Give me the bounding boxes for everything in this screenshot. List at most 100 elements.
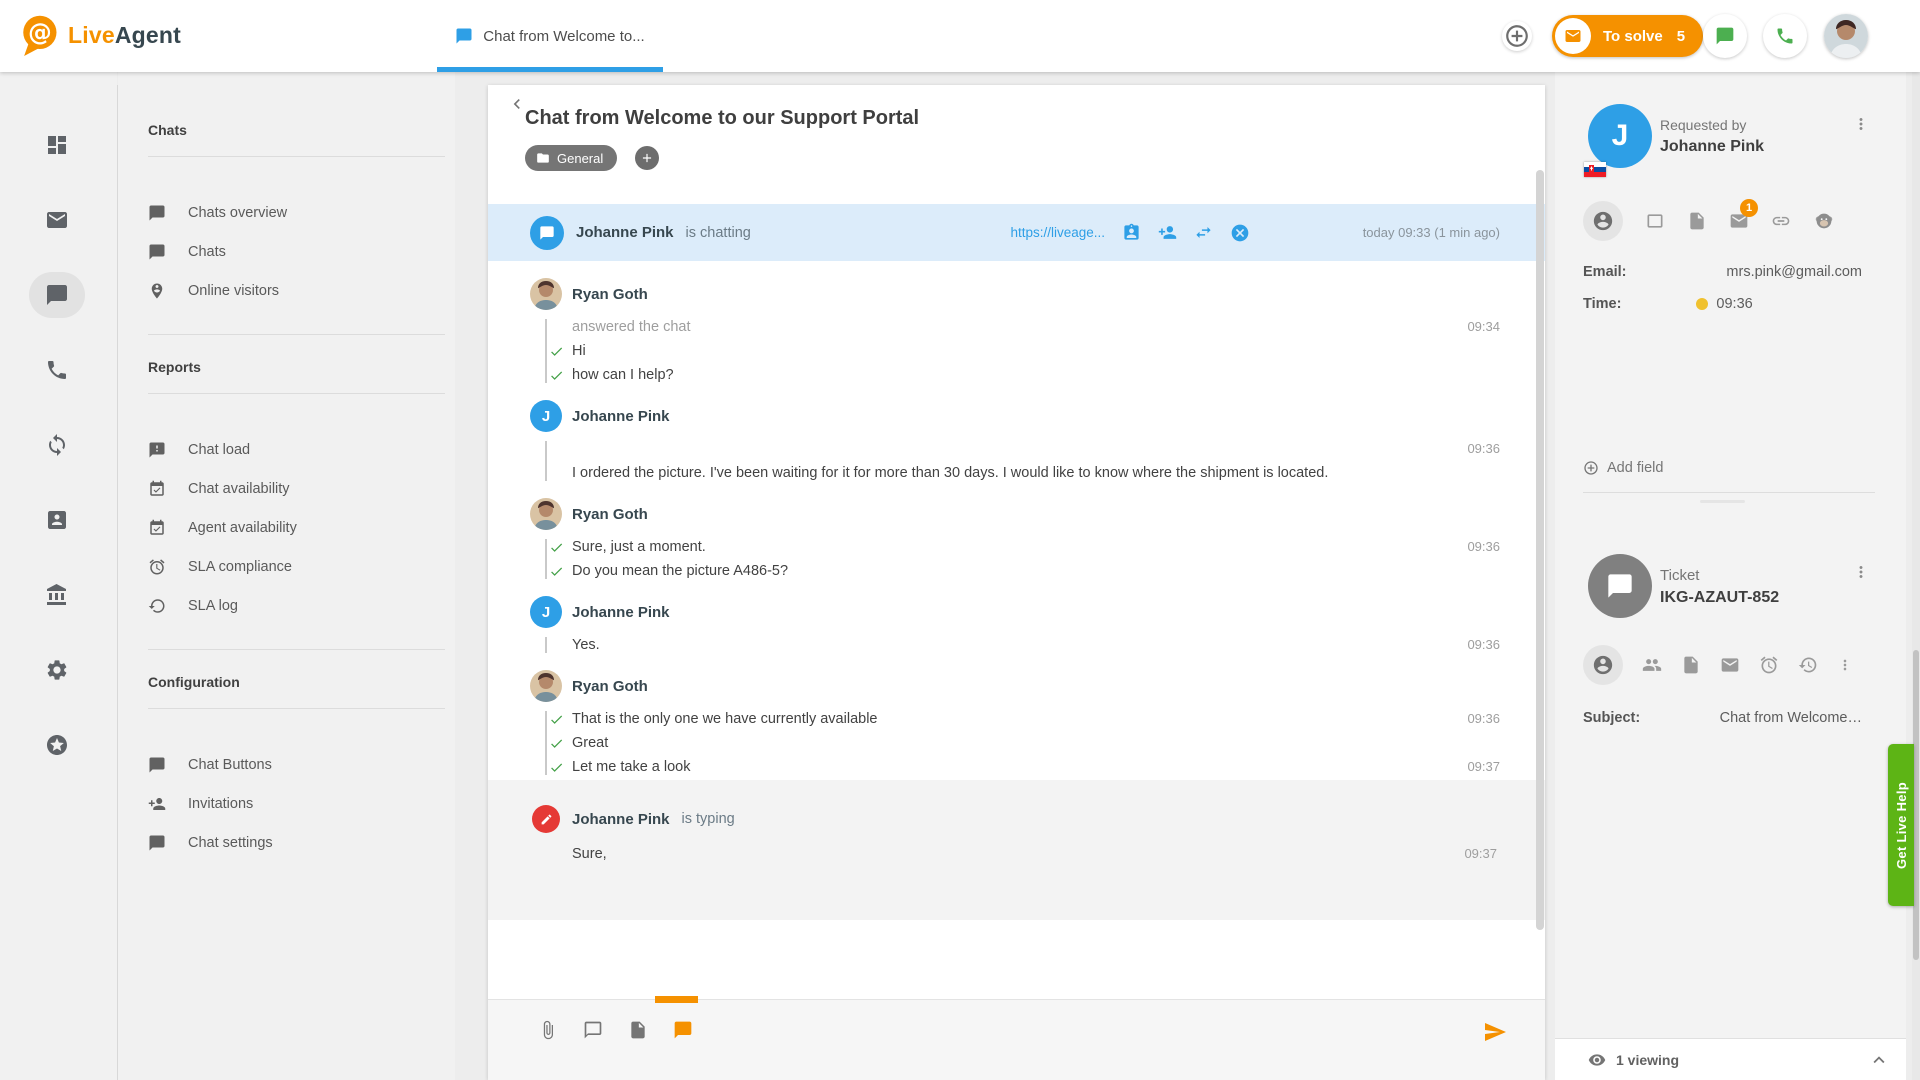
chat-icon: [148, 204, 166, 222]
nav-chats-button[interactable]: [29, 272, 85, 318]
ticket-requester-button[interactable]: [1583, 645, 1623, 685]
ticket-sla-button[interactable]: [1759, 655, 1779, 675]
divider: [148, 649, 445, 650]
alarm-icon: [1759, 655, 1779, 675]
sidebar-item-chat-buttons[interactable]: Chat Buttons: [118, 745, 455, 784]
ticket-label: Ticket: [1660, 567, 1699, 584]
requester-mail-button[interactable]: 1: [1729, 211, 1749, 231]
message-text: Great: [572, 731, 1410, 755]
email-label: Email:: [1583, 264, 1627, 280]
file-icon: [1681, 655, 1701, 675]
ticket-tab[interactable]: Chat from Welcome to...: [437, 0, 663, 72]
transfer-chat-button[interactable]: [1194, 223, 1213, 242]
dashboard-icon: [45, 133, 69, 157]
ticket-more-actions-button[interactable]: [1837, 657, 1853, 673]
visitor-details-button[interactable]: [1122, 223, 1141, 242]
ticket-files-button[interactable]: [1681, 655, 1701, 675]
chat-start-time: today 09:33 (1 min ago): [1250, 225, 1500, 240]
ticket-history-button[interactable]: [1798, 655, 1818, 675]
nav-calls-button[interactable]: [29, 347, 85, 393]
chats-status-button[interactable]: [1703, 14, 1747, 58]
invite-agent-button[interactable]: [1158, 223, 1177, 242]
sidebar-item-chats-overview[interactable]: Chats overview: [118, 193, 455, 232]
get-live-help-tab[interactable]: Get Live Help: [1888, 744, 1914, 906]
sidebar-item-chats[interactable]: Chats: [118, 232, 455, 271]
message-time: 09:37: [1410, 755, 1500, 779]
requester-profile-button[interactable]: [1583, 201, 1623, 241]
message-input-area[interactable]: [488, 920, 1545, 999]
requester-browser-button[interactable]: [1645, 211, 1665, 231]
id-card-icon: [1122, 223, 1141, 242]
sidebar-item-sla-compliance[interactable]: SLA compliance: [118, 547, 455, 586]
to-solve-button[interactable]: To solve 5: [1552, 15, 1703, 57]
message-text: That is the only one we have currently a…: [572, 707, 1410, 731]
requester-more-button[interactable]: [1849, 112, 1873, 136]
nav-automation-button[interactable]: [29, 422, 85, 468]
person-circle-icon: [1592, 654, 1614, 676]
envelope-icon: [1555, 18, 1591, 54]
sync-icon: [45, 433, 69, 457]
department-tag-label: General: [557, 151, 603, 166]
gear-icon: [45, 658, 69, 682]
nav-dashboard-button[interactable]: [29, 122, 85, 168]
delivered-check-icon: [549, 367, 564, 385]
chat-scrollbar[interactable]: [1536, 170, 1544, 930]
department-tag[interactable]: General: [525, 145, 617, 171]
divider: [148, 334, 445, 335]
typing-time: 09:37: [1407, 842, 1497, 866]
folder-icon: [536, 151, 550, 165]
visitor-url-link[interactable]: https://liveage...: [1010, 225, 1105, 240]
add-tag-button[interactable]: [635, 146, 659, 170]
chat-icon: [1715, 26, 1735, 46]
new-ticket-button[interactable]: [1502, 21, 1532, 51]
message-list: Ryan Goth answered the chat09:34 Hi how …: [488, 261, 1545, 780]
person-add-icon: [1158, 223, 1177, 242]
sidebar-item-agent-availability[interactable]: Agent availability: [118, 508, 455, 547]
ticket-more-button[interactable]: [1849, 560, 1873, 584]
message-group: Ryan Goth That is the only one we have c…: [488, 669, 1500, 779]
nav-departments-button[interactable]: [29, 572, 85, 618]
nav-upgrade-button[interactable]: [29, 722, 85, 768]
slovakia-flag-icon: [1584, 162, 1606, 177]
calls-status-button[interactable]: [1763, 14, 1807, 58]
sidebar-item-invitations[interactable]: Invitations: [118, 784, 455, 823]
mailchimp-button[interactable]: [1813, 210, 1835, 232]
end-chat-button[interactable]: [1230, 223, 1250, 243]
time-label: Time:: [1583, 296, 1621, 312]
nav-contacts-button[interactable]: [29, 497, 85, 543]
time-value: 09:36: [1716, 296, 1752, 312]
ticket-panel: Chat from Welcome to our Support Portal …: [488, 85, 1545, 1080]
sidebar-item-chat-settings[interactable]: Chat settings: [118, 823, 455, 862]
add-field-button[interactable]: Add field: [1583, 460, 1663, 476]
send-button[interactable]: [1483, 1020, 1507, 1044]
pencil-icon: [532, 805, 560, 833]
sidebar-item-chat-load[interactable]: Chat load: [118, 430, 455, 469]
requester-link-button[interactable]: [1771, 211, 1791, 231]
sidebar-item-chat-availability[interactable]: Chat availability: [118, 469, 455, 508]
visitor-avatar: J: [530, 400, 562, 432]
svg-text:@: @: [28, 18, 52, 46]
more-vert-icon: [1852, 115, 1870, 133]
visitor-name: Johanne Pink: [576, 224, 674, 241]
ticket-agents-button[interactable]: [1642, 655, 1662, 675]
nav-tickets-button[interactable]: [29, 197, 85, 243]
sidebar-item-sla-log[interactable]: SLA log: [118, 586, 455, 625]
calendar-check-icon: [148, 519, 166, 537]
reply-tab-button[interactable]: [583, 1020, 603, 1040]
attachment-button[interactable]: [538, 1020, 558, 1040]
details-panel: J Requested by Johanne Pink: [1555, 72, 1906, 1080]
sidebar-item-online-visitors[interactable]: Online visitors: [118, 271, 455, 310]
composer-toolbar: [488, 999, 1545, 1080]
collapse-button[interactable]: [1868, 1049, 1890, 1071]
chat-icon: [455, 27, 473, 45]
alarm-icon: [148, 558, 166, 576]
mail-icon: [1720, 655, 1740, 675]
chat-tab-button[interactable]: [673, 1020, 693, 1040]
nav-settings-button[interactable]: [29, 647, 85, 693]
message-time: 09:36: [1410, 707, 1500, 731]
message-author: Ryan Goth: [572, 286, 648, 303]
note-tab-button[interactable]: [628, 1020, 648, 1040]
user-avatar[interactable]: [1824, 14, 1868, 58]
ticket-mail-button[interactable]: [1720, 655, 1740, 675]
requester-tickets-button[interactable]: [1687, 211, 1707, 231]
